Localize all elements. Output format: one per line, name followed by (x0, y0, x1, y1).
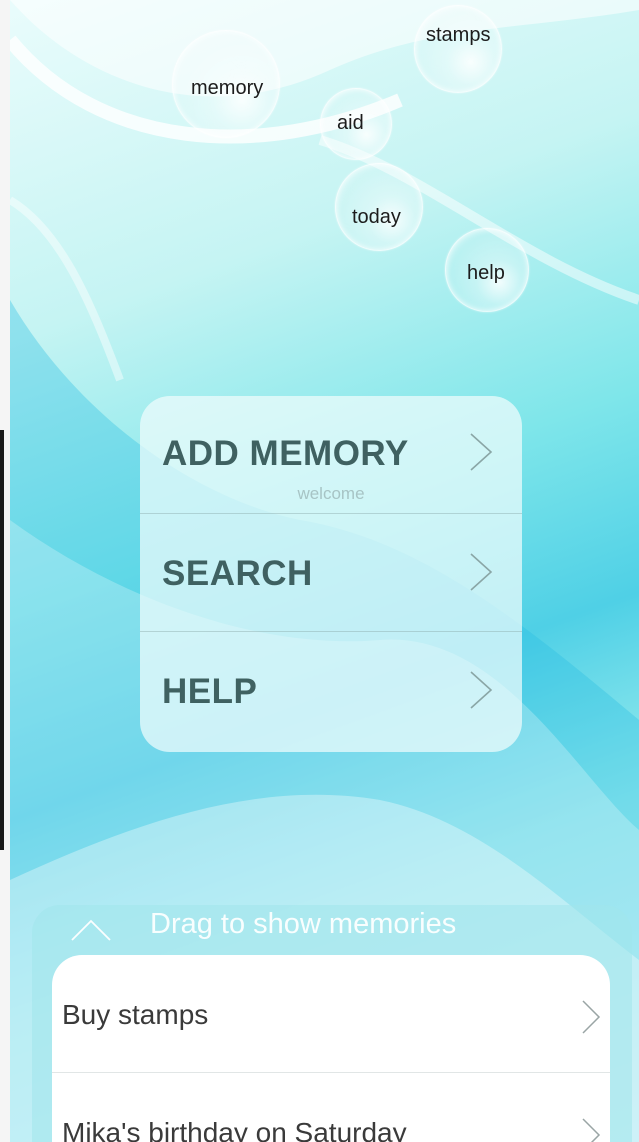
menu-item-search-label: SEARCH (162, 554, 313, 593)
chevron-right-icon (582, 1000, 601, 1034)
memory-item-title: Buy stamps (62, 999, 209, 1030)
bubble-today-label: today (352, 206, 401, 228)
drag-hint-text: Drag to show memories (150, 908, 457, 940)
memories-list: Buy stamps Mika's birthday on Saturday (52, 955, 610, 1142)
menu-item-add-memory-label: ADD MEMORY (162, 434, 409, 473)
menu-item-search[interactable]: SEARCH (140, 514, 522, 632)
menu-item-add-memory[interactable]: ADD MEMORY welcome (140, 396, 522, 514)
chevron-right-icon (582, 1118, 601, 1142)
chevron-right-icon (470, 671, 493, 709)
menu-item-help-label: HELP (162, 672, 258, 711)
bubble-memory-label: memory (191, 77, 264, 99)
bubble-stamps-label: stamps (426, 24, 491, 46)
bubble-stamps[interactable] (414, 5, 502, 93)
welcome-text: welcome (297, 484, 365, 503)
app-screen: stamps memory aid today help ADD MEMORY … (0, 0, 639, 1142)
chevron-up-icon[interactable] (70, 918, 112, 942)
edge-shadow (0, 430, 4, 850)
bubble-help-label: help (467, 262, 505, 284)
memory-item-mikas-birthday[interactable]: Mika's birthday on Saturday (52, 1073, 610, 1142)
memory-item-buy-stamps[interactable]: Buy stamps (52, 955, 610, 1073)
main-menu-card: ADD MEMORY welcome SEARCH HELP (140, 396, 522, 752)
chevron-right-icon (470, 553, 493, 591)
chevron-right-icon (470, 433, 493, 471)
bubble-aid-label: aid (337, 112, 364, 134)
menu-item-help[interactable]: HELP (140, 632, 522, 750)
memory-item-title: Mika's birthday on Saturday (62, 1117, 407, 1142)
